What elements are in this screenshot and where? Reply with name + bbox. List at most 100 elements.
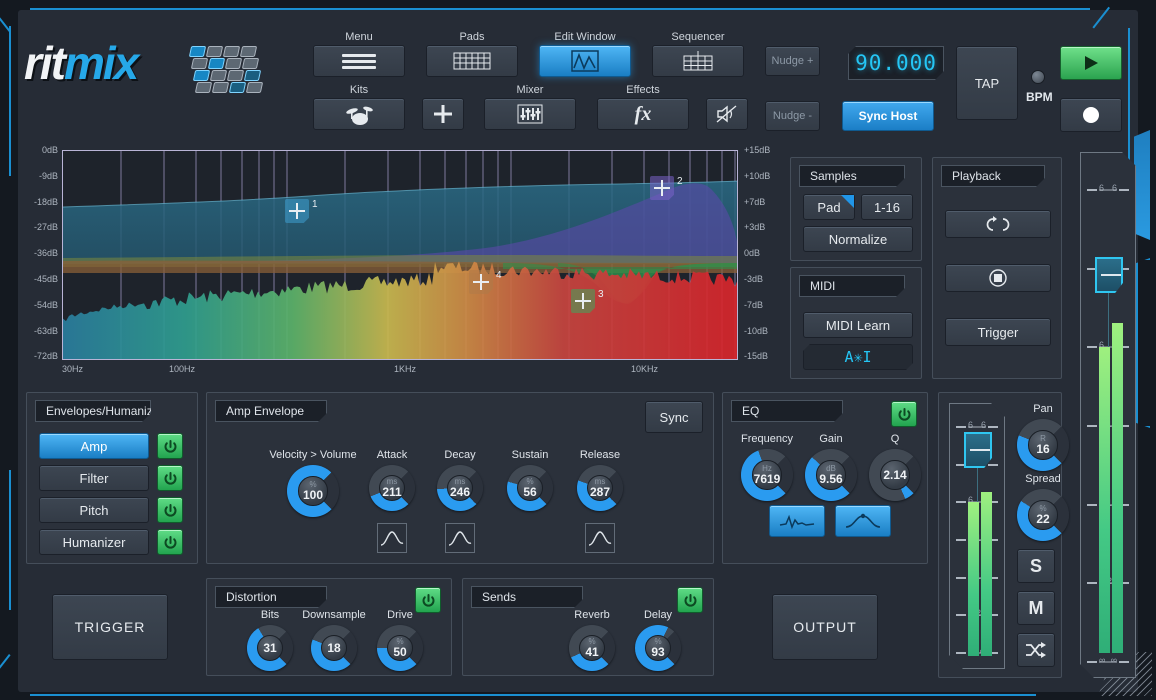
envelope-power-pitch[interactable]	[157, 497, 183, 523]
knob-attack[interactable]: ms 211	[369, 465, 415, 511]
eq-graph-svg	[63, 151, 738, 360]
mixer-button[interactable]	[484, 98, 576, 130]
midi-channel-display[interactable]: A✳I	[803, 344, 913, 370]
knob-velocity-volume[interactable]: % 100	[287, 465, 339, 517]
knob-label: Q	[847, 433, 943, 445]
sends-panel: Sends % 41 Reverb % 93 Delay	[462, 578, 714, 676]
knob-bits[interactable]: 31	[247, 625, 293, 671]
fx-icon: fx	[635, 103, 652, 126]
effects-button[interactable]: fx	[597, 98, 689, 130]
kits-button[interactable]	[313, 98, 405, 130]
eq-band-number: 2	[677, 176, 683, 187]
output-button[interactable]: OUTPUT	[772, 594, 878, 660]
eq-axis-right-tick: -10dB	[744, 326, 788, 336]
envelope-item-filter[interactable]: Filter	[39, 465, 149, 491]
envelope-item-pitch[interactable]: Pitch	[39, 497, 149, 523]
mute-button-channel[interactable]: M	[1017, 591, 1055, 625]
eq-graph-canvas[interactable]: 1 2 3 4	[62, 150, 738, 360]
envelope-curve-icon	[378, 524, 406, 552]
fader-scale-tick	[1087, 661, 1097, 663]
eq-band-handle[interactable]	[285, 199, 309, 223]
shuffle-button[interactable]	[1017, 633, 1055, 667]
oneshot-mode-button[interactable]	[945, 264, 1051, 292]
channel-fader-strip[interactable]: 660066121218182424∞∞	[949, 403, 1005, 669]
eq-band-handle[interactable]	[650, 176, 674, 200]
play-button[interactable]	[1060, 46, 1122, 80]
menu-button[interactable]	[313, 45, 405, 77]
knob-pan[interactable]: R 16	[1017, 419, 1069, 471]
eq-axis-left-tick: -27dB	[24, 222, 58, 232]
eq-axis-freq-tick: 100Hz	[169, 364, 195, 374]
eq-axis-left-tick: 0dB	[24, 145, 58, 155]
knob-drive[interactable]: % 50	[377, 625, 423, 671]
record-icon	[1082, 106, 1100, 124]
pads-button[interactable]	[426, 45, 518, 77]
eq-bell-shape-button[interactable]	[835, 505, 891, 537]
knob-q[interactable]: 2.14	[869, 449, 921, 501]
samples-panel-title: Samples	[799, 165, 905, 187]
sync-host-button[interactable]: Sync Host	[842, 101, 934, 131]
eq-power-button[interactable]	[891, 401, 917, 427]
amp-envelope-sync-button[interactable]: Sync	[645, 401, 703, 433]
mute-button[interactable]	[706, 98, 748, 130]
midi-panel: MIDI MIDI Learn A✳I	[790, 267, 922, 379]
knob-spread[interactable]: % 22	[1017, 489, 1069, 541]
nudge-minus-button[interactable]: Nudge -	[765, 101, 820, 131]
envelope-item-amp[interactable]: Amp	[39, 433, 149, 459]
power-icon	[421, 593, 436, 608]
envelope-power-amp[interactable]	[157, 433, 183, 459]
knob-delay[interactable]: % 93	[635, 625, 681, 671]
loop-mode-button[interactable]	[945, 210, 1051, 238]
eq-band-handle[interactable]	[469, 270, 493, 294]
trigger-button[interactable]: TRIGGER	[52, 594, 168, 660]
knob-reverb[interactable]: % 41	[569, 625, 615, 671]
knob-value: 22	[1036, 513, 1049, 525]
add-button[interactable]	[422, 98, 464, 130]
eq-band-handle[interactable]	[571, 289, 595, 313]
sequencer-button[interactable]	[652, 45, 744, 77]
fader-scale-tick	[956, 539, 966, 541]
playback-trigger-button[interactable]: Trigger	[945, 318, 1051, 346]
eq-analyzer-shape-button[interactable]	[769, 505, 825, 537]
knob-gain[interactable]: dB 9.56	[805, 449, 857, 501]
master-meter-left	[1099, 347, 1110, 653]
fader-scale-midline	[1099, 189, 1117, 191]
envelope-curve-icon	[586, 524, 614, 552]
channel-fader-handle[interactable]	[964, 432, 992, 468]
envelope-power-humanizer[interactable]	[157, 529, 183, 555]
tap-tempo-button[interactable]: TAP	[956, 46, 1018, 120]
eq-spectrum-display[interactable]: 1 2 3 4 0dB-9dB-18dB-27dB-36dB-45dB-54dB…	[24, 150, 794, 382]
pad-range-button[interactable]: 1-16	[861, 194, 913, 220]
bpm-display[interactable]: 90.000	[848, 46, 944, 80]
knob-release[interactable]: ms 287	[577, 465, 623, 511]
master-fader-strip[interactable]: 660066121218182424∞∞	[1080, 152, 1136, 678]
envelope-curve-button[interactable]	[445, 523, 475, 553]
envelope-curve-button[interactable]	[377, 523, 407, 553]
fader-scale-tick	[1119, 661, 1129, 663]
knob-frequency[interactable]: Hz 7619	[741, 449, 793, 501]
pad-select-button[interactable]: Pad	[803, 194, 855, 220]
normalize-button[interactable]: Normalize	[803, 226, 913, 252]
nudge-plus-button[interactable]: Nudge +	[765, 46, 820, 76]
fader-scale-tick	[956, 652, 966, 654]
envelope-curve-button[interactable]	[585, 523, 615, 553]
fader-scale-tick	[1087, 189, 1097, 191]
record-button[interactable]	[1060, 98, 1122, 132]
master-fader-handle[interactable]	[1095, 257, 1123, 293]
envelope-power-filter[interactable]	[157, 465, 183, 491]
grid-pads-icon	[453, 51, 491, 71]
eq-axis-left-tick: -36dB	[24, 248, 58, 258]
midi-learn-button[interactable]: MIDI Learn	[803, 312, 913, 338]
solo-button[interactable]: S	[1017, 549, 1055, 583]
knob-value: 50	[393, 646, 406, 658]
envelopes-panel-title: Envelopes/Humanizer	[35, 400, 151, 422]
knob-sustain[interactable]: % 56	[507, 465, 553, 511]
knob-downsample[interactable]: 18	[311, 625, 357, 671]
logo-text-secondary: mix	[64, 37, 137, 89]
envelope-item-humanizer[interactable]: Humanizer	[39, 529, 149, 555]
fader-scale-tick	[1087, 346, 1097, 348]
edit-window-button[interactable]	[539, 45, 631, 77]
knob-decay[interactable]: ms 246	[437, 465, 483, 511]
accent-blade-upper	[1134, 130, 1150, 240]
envelope-curve-icon	[446, 524, 474, 552]
